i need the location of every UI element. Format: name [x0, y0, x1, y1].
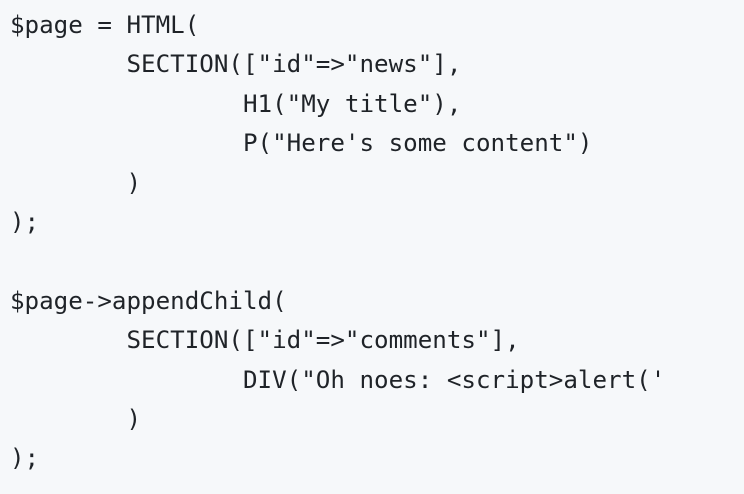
code-line-12: ); — [10, 444, 40, 473]
code-line-10: DIV("Oh noes: <script>alert(' — [10, 365, 666, 394]
code-line-11: ) — [10, 405, 142, 433]
code-line-3: H1("My title"), — [10, 89, 462, 118]
code-line-2: SECTION(["id"=>"news"], — [10, 50, 462, 79]
code-line-6: ); — [10, 208, 40, 236]
code-line-5: ) — [10, 168, 142, 197]
code-line-9: SECTION(["id"=>"comments"], — [10, 326, 520, 355]
code-line-8: $page->appendChild( — [10, 286, 287, 315]
code-line-1: $page = HTML( — [10, 11, 200, 39]
code-line-4: P("Here's some content") — [10, 129, 593, 158]
code-block: $page = HTML( SECTION(["id"=>"news"], H1… — [0, 0, 744, 494]
